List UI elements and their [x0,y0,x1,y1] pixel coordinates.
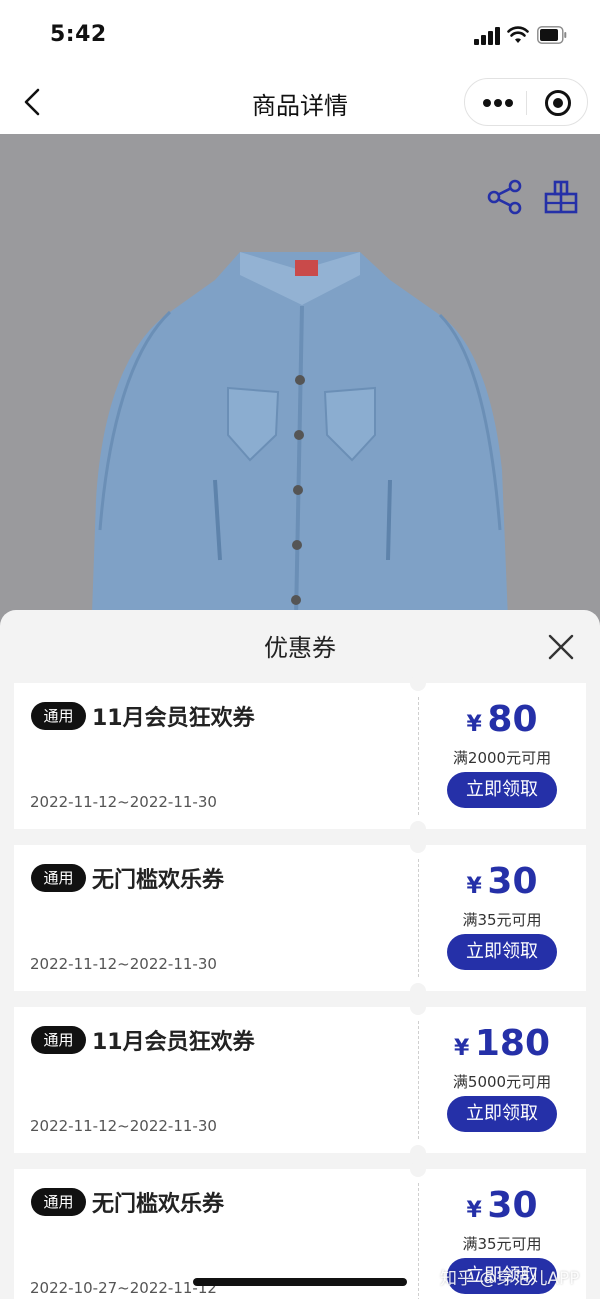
coupon-badge: 通用 [31,1026,86,1054]
claim-button[interactable]: 立即领取 [447,934,557,970]
coupon-condition: 满35元可用 [462,1235,542,1253]
mini-program-capsule [464,78,588,126]
claim-button[interactable]: 立即领取 [447,772,557,808]
sheet-title: 优惠券 [264,634,336,662]
coupon-name: 11月会员狂欢券 [92,706,255,731]
coupon-badge: 通用 [31,864,86,892]
coupon-condition: 满35元可用 [462,911,542,929]
coupon-amount: ¥ 30 [466,861,538,902]
home-indicator[interactable] [193,1278,407,1286]
coupon-amount: ¥ 30 [466,1185,538,1226]
gift-box-icon[interactable] [542,178,580,216]
coupon-card: 通用 无门槛欢乐券 2022-11-12~2022-11-30 ¥ 30 满35… [14,837,586,999]
coupon-card: 通用 11月会员狂欢券 2022-11-12~2022-11-30 ¥ 180 … [14,999,586,1161]
close-icon[interactable] [544,630,578,664]
coupon-name: 无门槛欢乐券 [92,1192,225,1217]
status-bar: 5:42 [0,0,600,70]
capsule-divider [526,91,527,115]
coupon-amount: ¥ 80 [466,699,538,740]
coupon-date: 2022-10-27~2022-11-12 [30,1279,217,1297]
coupon-name: 无门槛欢乐券 [92,868,225,893]
more-dots-icon[interactable] [483,99,513,107]
target-icon[interactable] [545,90,571,116]
wifi-icon [507,26,529,43]
denim-jacket-image [90,252,510,654]
coupon-name: 11月会员狂欢券 [92,1030,255,1055]
coupon-date: 2022-11-12~2022-11-30 [30,793,217,811]
coupon-badge: 通用 [31,1188,86,1216]
coupon-sheet: 优惠券 通用 11月会员狂欢券 2022-11-12~2022-11-30 ¥ … [0,610,600,1299]
coupon-badge: 通用 [31,702,86,730]
status-time: 5:42 [50,22,107,47]
battery-icon [537,26,567,44]
product-image [0,134,600,654]
claim-button[interactable]: 立即领取 [447,1096,557,1132]
share-icon[interactable] [486,178,524,216]
cellular-signal-icon [474,27,502,45]
coupon-condition: 满2000元可用 [452,749,552,767]
coupon-card: 通用 11月会员狂欢券 2022-11-12~2022-11-30 ¥ 80 满… [14,675,586,837]
coupon-condition: 满5000元可用 [452,1073,552,1091]
coupon-date: 2022-11-12~2022-11-30 [30,955,217,973]
nav-bar: 商品详情 [0,70,600,134]
coupon-date: 2022-11-12~2022-11-30 [30,1117,217,1135]
coupon-amount: ¥ 180 [453,1023,551,1064]
watermark: 知乎 @穿范儿APP [440,1269,580,1289]
